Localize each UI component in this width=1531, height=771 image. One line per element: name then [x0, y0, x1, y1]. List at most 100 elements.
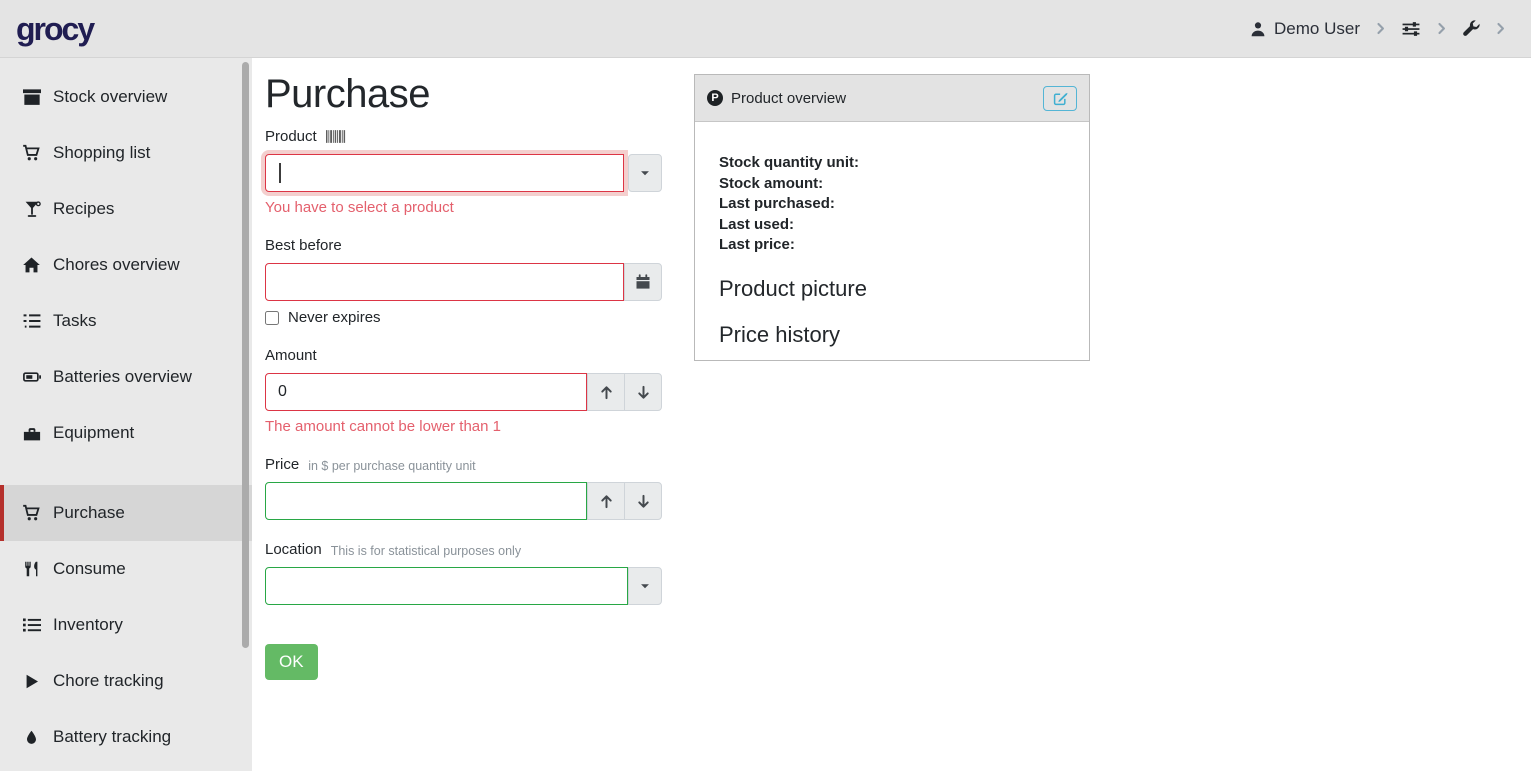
amount-label: Amount — [265, 347, 662, 364]
chevron-right-icon — [1494, 22, 1507, 35]
location-label: Location This is for statistical purpose… — [265, 541, 662, 558]
sidebar-item-label: Stock overview — [53, 87, 167, 107]
price-label: Price in $ per purchase quantity unit — [265, 456, 662, 473]
sidebar-item-inventory[interactable]: Inventory — [0, 597, 252, 653]
sidebar-item-label: Battery tracking — [53, 727, 171, 747]
price-field-group: Price in $ per purchase quantity unit — [265, 456, 662, 520]
sidebar-item-battery-tracking[interactable]: Battery tracking — [0, 709, 252, 765]
last-purchased-field: Last purchased: — [719, 194, 1065, 215]
sidebar-item-stock-overview[interactable]: Stock overview — [0, 69, 252, 125]
stock-amount-field: Stock amount: — [719, 174, 1065, 195]
user-icon — [1250, 21, 1266, 37]
sidebar-item-chore-tracking[interactable]: Chore tracking — [0, 653, 252, 709]
ok-button[interactable]: OK — [265, 644, 318, 680]
amount-input[interactable] — [265, 373, 587, 411]
product-overview-card: P Product overview Stock quantity unit: … — [694, 74, 1090, 361]
best-before-input-group — [265, 263, 662, 301]
sidebar-item-label: Recipes — [53, 199, 114, 219]
sidebar-item-label: Chores overview — [53, 255, 180, 275]
sliders-icon — [1401, 20, 1421, 38]
never-expires-checkbox[interactable] — [265, 311, 279, 325]
price-increment-button[interactable] — [587, 482, 625, 520]
sidebar-item-purchase[interactable]: Purchase — [0, 485, 252, 541]
best-before-input[interactable] — [265, 263, 624, 301]
topbar: grocy Demo User — [0, 0, 1531, 58]
sidebar-item-tasks[interactable]: Tasks — [0, 293, 252, 349]
sidebar-item-chores-overview[interactable]: Chores overview — [0, 237, 252, 293]
grocy-logo[interactable]: grocy — [16, 13, 93, 45]
never-expires-label: Never expires — [288, 309, 381, 326]
location-input-group — [265, 567, 662, 605]
list-icon — [21, 616, 42, 634]
chevron-right-icon — [1374, 22, 1387, 35]
sidebar-item-label: Consume — [53, 559, 126, 579]
sidebar-item-label: Batteries overview — [53, 367, 192, 387]
amount-field-group: Amount The amount cannot be — [265, 347, 662, 435]
user-menu[interactable]: Demo User — [1250, 19, 1360, 39]
price-decrement-button[interactable] — [624, 482, 662, 520]
settings-sliders-button[interactable] — [1401, 20, 1421, 38]
purchase-form: Purchase Product — [265, 58, 662, 680]
best-before-label: Best before — [265, 237, 662, 254]
topbar-actions: Demo User — [1250, 19, 1507, 39]
location-input[interactable] — [265, 567, 628, 605]
price-history-heading: Price history — [719, 322, 1065, 348]
chevron-right-icon — [1435, 22, 1448, 35]
last-used-field: Last used: — [719, 215, 1065, 236]
text-cursor — [279, 163, 281, 183]
product-label: Product — [265, 128, 662, 145]
sidebar-item-label: Chore tracking — [53, 671, 164, 691]
edit-icon — [1053, 91, 1068, 106]
arrow-down-icon — [636, 385, 651, 400]
sidebar-item-shopping-list[interactable]: Shopping list — [0, 125, 252, 181]
sidebar-item-equipment[interactable]: Equipment — [0, 405, 252, 461]
calendar-button[interactable] — [624, 263, 662, 301]
arrow-up-icon — [599, 494, 614, 509]
product-picture-heading: Product picture — [719, 276, 1065, 302]
amount-input-group — [265, 373, 662, 411]
sidebar-scrollbar[interactable] — [242, 62, 249, 648]
amount-increment-button[interactable] — [587, 373, 625, 411]
sidebar-item-label: Purchase — [53, 503, 125, 523]
product-field-group: Product You have to — [265, 128, 662, 216]
box-icon — [21, 88, 42, 106]
shopping-cart-icon — [21, 504, 42, 522]
product-circle-icon: P — [707, 90, 723, 106]
barcode-icon — [326, 130, 346, 143]
last-price-field: Last price: — [719, 235, 1065, 256]
main-content: Purchase Product — [252, 58, 1531, 771]
sidebar-item-label: Tasks — [53, 311, 96, 331]
product-overview-header: P Product overview — [695, 75, 1089, 122]
price-input[interactable] — [265, 482, 587, 520]
product-input[interactable] — [265, 154, 624, 192]
location-hint: This is for statistical purposes only — [331, 544, 521, 558]
product-dropdown-button[interactable] — [628, 154, 662, 192]
arrow-up-icon — [599, 385, 614, 400]
home-icon — [21, 256, 42, 274]
play-icon — [21, 673, 42, 690]
wrench-icon — [1462, 20, 1480, 38]
location-field-group: Location This is for statistical purpose… — [265, 541, 662, 605]
shopping-cart-icon — [21, 144, 42, 162]
tasks-icon — [21, 312, 42, 330]
stock-quantity-unit-field: Stock quantity unit: — [719, 153, 1065, 174]
sidebar-item-batteries-overview[interactable]: Batteries overview — [0, 349, 252, 405]
caret-down-icon — [638, 579, 652, 593]
product-input-group — [265, 154, 662, 192]
calendar-icon — [635, 274, 651, 290]
sidebar-item-consume[interactable]: Consume — [0, 541, 252, 597]
never-expires-row: Never expires — [265, 309, 662, 326]
amount-decrement-button[interactable] — [624, 373, 662, 411]
toolbox-icon — [21, 424, 42, 442]
battery-icon — [21, 368, 42, 386]
location-dropdown-button[interactable] — [628, 567, 662, 605]
caret-down-icon — [638, 166, 652, 180]
sidebar-item-label: Inventory — [53, 615, 123, 635]
utensils-icon — [21, 560, 42, 578]
edit-product-button[interactable] — [1043, 86, 1077, 111]
droplet-icon — [21, 729, 42, 746]
sidebar-item-label: Shopping list — [53, 143, 150, 163]
best-before-field-group: Best before Never expires — [265, 237, 662, 326]
sidebar-item-recipes[interactable]: Recipes — [0, 181, 252, 237]
admin-wrench-button[interactable] — [1462, 20, 1480, 38]
